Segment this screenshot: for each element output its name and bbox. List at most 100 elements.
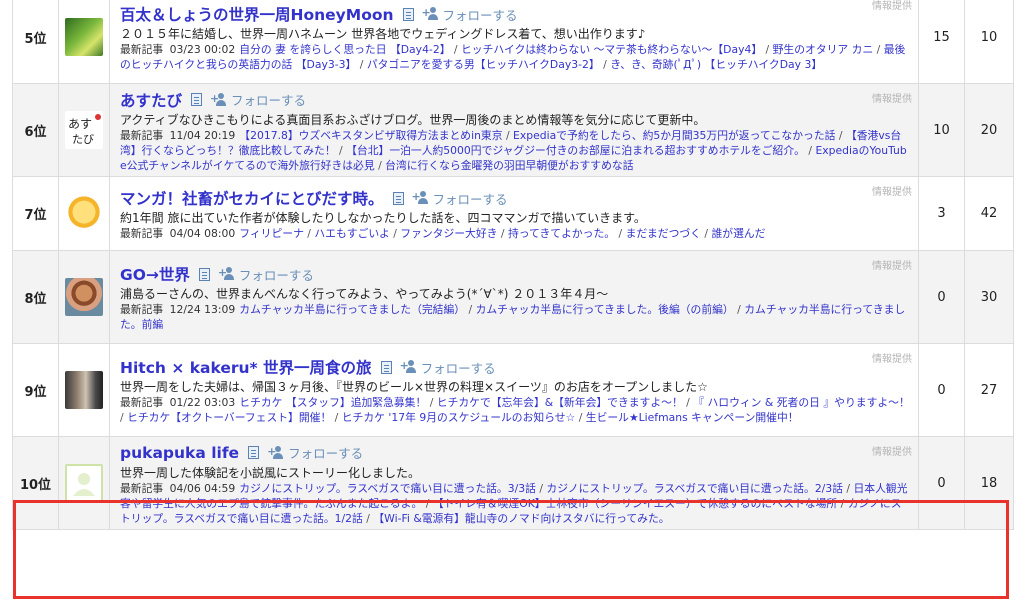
article-link[interactable]: パタゴニアを愛する男【ヒッチハイクDay3-2】 — [367, 58, 600, 71]
article-link[interactable]: 『 ハロウィン & 死者の日 』やりますよ〜！ — [693, 396, 910, 409]
document-icon[interactable] — [380, 360, 392, 374]
blog-title-link[interactable]: 百太＆しょうの世界一周HoneyMoon — [120, 3, 394, 25]
separator: / — [362, 511, 374, 525]
rank-label: 5位 — [24, 31, 47, 47]
thumb-cell — [58, 176, 110, 251]
blog-title-link[interactable]: あすたび — [120, 89, 182, 111]
recent-articles: 最新記事 04/04 08:00 フィリピーナ / ハエもすごいよ / ファンタジ… — [120, 226, 910, 241]
separator: / — [700, 227, 712, 240]
article-link[interactable]: フィリピーナ — [239, 227, 304, 240]
rank-cell: 5位 — [12, 0, 59, 84]
document-icon[interactable] — [248, 446, 260, 459]
separator: / — [465, 303, 476, 316]
separator: / — [682, 396, 694, 409]
blog-avatar[interactable] — [65, 464, 103, 502]
add-user-icon: + — [218, 267, 236, 281]
thumb-cell — [58, 436, 110, 530]
blog-description: 世界一周をした夫婦は、帰国３ヶ月後、『世界のビール×世界の料理×スイーツ』のお店… — [120, 380, 708, 394]
blog-cell: 百太＆しょうの世界一周HoneyMoon + フォローする 情報提供 ２０１５年… — [109, 0, 919, 84]
thumb-cell — [58, 250, 110, 344]
follow-button[interactable]: + フォローする — [422, 5, 518, 24]
article-link[interactable]: ヒッチハイクは終わらない 〜マテ茶も終わらない〜【Day4】 — [461, 43, 762, 56]
blog-title-link[interactable]: pukapuka life — [120, 444, 239, 462]
follow-button[interactable]: + フォローする — [400, 358, 496, 377]
article-link[interactable]: き、き、奇跡(ﾟДﾟ) 【ヒッチハイクDay 3】 — [610, 58, 822, 71]
article-link[interactable]: ヒチカケ【オクトーバーフェスト】開催！ — [127, 411, 331, 424]
out-count: 0 — [918, 250, 965, 344]
separator: / — [374, 158, 386, 172]
article-link[interactable]: 【トイレ有＆喫煙OK】士林夜市（シーリンイエスー）で休憩するのにベストな場所 — [433, 497, 837, 510]
info-provide-link[interactable]: 情報提供 — [872, 0, 912, 12]
rank-cell: 10位 — [12, 436, 59, 530]
article-link[interactable]: カムチャッカ半島に行ってきました（完結編） — [239, 303, 465, 316]
recent-articles: 最新記事 01/22 03:03 ヒチカケ 【スタッフ】追加緊急募集！ / ヒチカ… — [120, 395, 910, 425]
article-link[interactable]: ヒチカケで【忘年会】&【新年会】できますよ〜！ — [437, 396, 683, 409]
article-link[interactable]: カジノにストリップ。ラスベガスで痛い目に遭った話。3/3話 — [239, 482, 536, 495]
blog-avatar[interactable] — [65, 278, 103, 316]
title-line: 百太＆しょうの世界一周HoneyMoon + フォローする — [120, 2, 910, 26]
article-link[interactable]: カジノにストリップ。ラスベガスで痛い目に遭った話。2/3話 — [546, 482, 843, 495]
blog-avatar[interactable]: あす たび — [65, 111, 103, 149]
follow-button[interactable]: + フォローする — [210, 90, 306, 109]
article-link[interactable]: 生ビール★Liefmans キャンペーン開催中！ — [586, 411, 799, 424]
article-link[interactable]: 自分の 妻 を誇らしく思った日 【Day4-2】 — [239, 43, 450, 56]
document-icon[interactable] — [402, 7, 414, 21]
ranking-table: 5位 百太＆しょうの世界一周HoneyMoon + フォローする 情報提供 ２０… — [12, 0, 1014, 530]
article-link[interactable]: ヒチカケ 【スタッフ】追加緊急募集！ — [239, 396, 426, 409]
blog-title-link[interactable]: Hitch × kakeru* 世界一周食の旅 — [120, 356, 372, 378]
document-icon[interactable] — [191, 93, 203, 106]
in-count: 30 — [964, 250, 1014, 344]
separator: / — [422, 496, 433, 510]
recent-date: 03/23 00:02 — [169, 43, 236, 56]
article-link[interactable]: カムチャッカ半島に行ってきました。後編（の前編） — [476, 303, 734, 316]
ranking-row: 9位 Hitch × kakeru* 世界一周食の旅 + フォローする 情報提供… — [12, 343, 1014, 437]
info-provide-link[interactable]: 情報提供 — [872, 183, 912, 198]
follow-button[interactable]: + フォローする — [267, 443, 363, 462]
blog-cell: GO→世界 + フォローする 情報提供 浦島るーさんの、世界まんべんなく行ってみ… — [109, 250, 919, 344]
add-user-icon: + — [210, 92, 228, 107]
rank-cell: 8位 — [12, 250, 59, 344]
separator: / — [426, 396, 437, 409]
article-link[interactable]: まだまだつづく — [626, 227, 701, 240]
article-link[interactable]: 野生のオタリア カニ — [773, 43, 874, 56]
separator: / — [843, 481, 854, 495]
article-link[interactable]: 台湾に行くなら金曜発の羽田早朝便がおすすめな話 — [385, 159, 633, 172]
blog-avatar[interactable] — [65, 371, 103, 409]
add-user-icon: + — [267, 445, 285, 460]
blog-title-link[interactable]: GO→世界 — [120, 263, 190, 285]
article-link[interactable]: ヒチカケ '17年 9月のスケジュールのお知らせ☆ — [342, 411, 576, 424]
document-icon[interactable] — [198, 267, 210, 281]
document-icon[interactable] — [392, 191, 404, 205]
info-provide-link[interactable]: 情報提供 — [872, 443, 912, 458]
out-count: 10 — [918, 83, 965, 177]
thumb-cell: あす たび — [58, 83, 110, 177]
follow-button[interactable]: + フォローする — [412, 189, 508, 208]
article-link[interactable]: 持ってきてよかった。 — [508, 227, 615, 240]
blog-title-link[interactable]: マンガ！社畜がセカイにとびだす時。 — [120, 187, 384, 209]
article-link[interactable]: 【2017.8】ウズベキスタンビザ取得方法まとめin東京 — [239, 129, 502, 142]
follow-label: フォローする — [238, 267, 314, 283]
follow-label: フォローする — [432, 191, 508, 207]
info-provide-link[interactable]: 情報提供 — [872, 90, 912, 105]
follow-button[interactable]: + フォローする — [218, 265, 314, 284]
rank-label: 9位 — [24, 384, 47, 400]
article-link[interactable]: ハエもすごいよ — [314, 227, 389, 240]
in-count: 18 — [964, 436, 1014, 530]
article-link[interactable]: Expediaで予約をしたら、約5か月間35万円が返ってこなかった話 — [513, 129, 835, 142]
article-link[interactable]: 誰が選んだ — [711, 227, 765, 240]
blog-description: アクティブなひきこもりによる真面目系おふざけブログ。世界一周後のまとめ情報等を気… — [120, 112, 706, 127]
blog-avatar[interactable] — [65, 18, 103, 56]
recent-label: 最新記事 — [120, 303, 164, 316]
ranking-page: 5位 百太＆しょうの世界一周HoneyMoon + フォローする 情報提供 ２０… — [0, 0, 1024, 616]
info-provide-link[interactable]: 情報提供 — [872, 350, 912, 365]
article-link[interactable]: 【台北】一泊一人約5000円でジャグジー付きのお部屋に泊まれる超おすすめホテルを… — [346, 144, 805, 157]
recent-articles: 最新記事 11/04 20:19 【2017.8】ウズベキスタンビザ取得方法まとめ… — [120, 128, 910, 173]
ranking-row: 7位 マンガ！社畜がセカイにとびだす時。 + フォローする 情報提供 約1年間 … — [12, 176, 1014, 251]
blog-description: 約1年間 旅に出ていた作者が体験したりしなかったりした話を、四コママンガで描いて… — [120, 211, 646, 225]
blog-avatar[interactable] — [65, 194, 103, 233]
article-link[interactable]: ファンタジー大好き — [400, 227, 497, 240]
svg-text:あす: あす — [68, 117, 92, 131]
article-link[interactable]: 【Wi-Fi &電源有】龍山寺のノマド向けスタバに行ってみた。 — [373, 512, 669, 525]
out-count: 15 — [918, 0, 965, 84]
info-provide-link[interactable]: 情報提供 — [872, 257, 912, 272]
